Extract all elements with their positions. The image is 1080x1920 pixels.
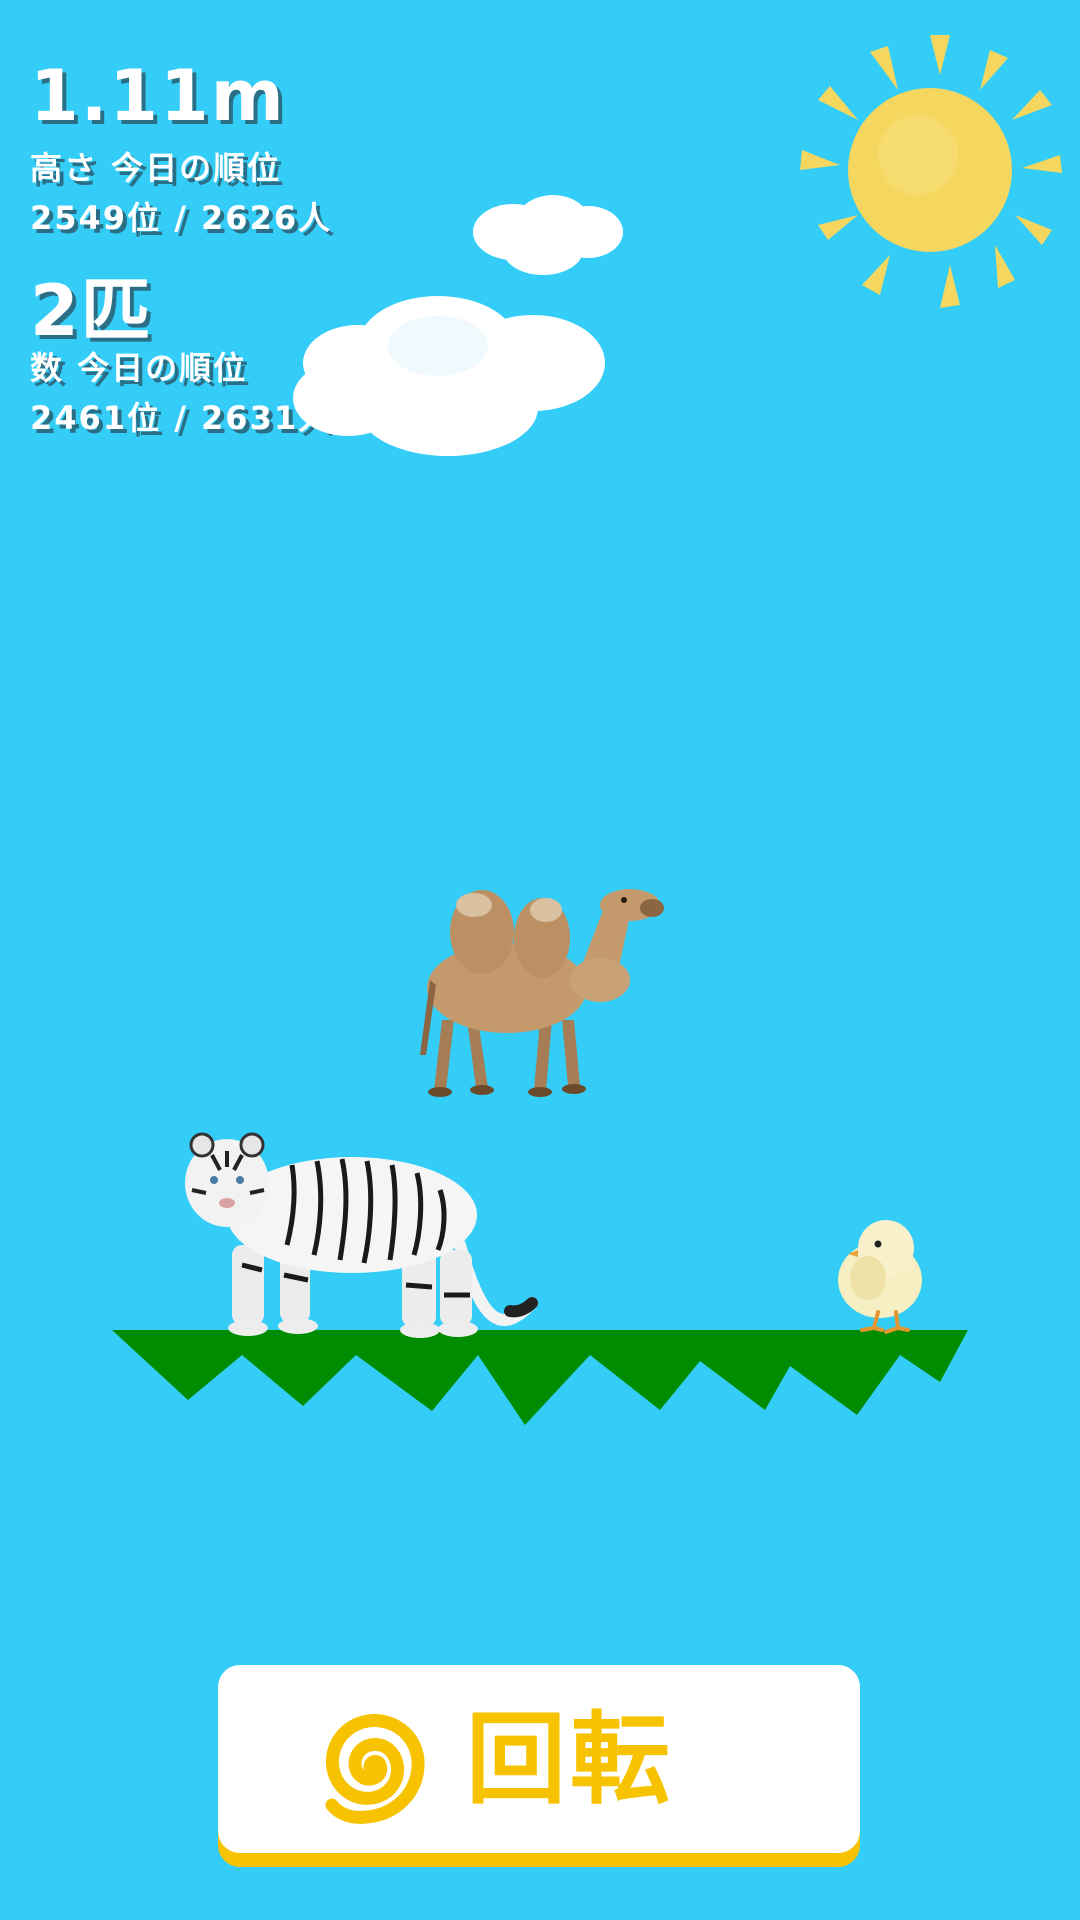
camel [420, 889, 664, 1097]
rotate-label: 回転 [466, 1701, 674, 1818]
chick [838, 1220, 922, 1334]
white-tiger [185, 1132, 538, 1338]
spiral-icon [325, 1714, 425, 1824]
game-scene[interactable] [0, 0, 1080, 1920]
ground-platform [112, 1330, 968, 1425]
rotate-button[interactable]: 回転 [218, 1665, 860, 1853]
